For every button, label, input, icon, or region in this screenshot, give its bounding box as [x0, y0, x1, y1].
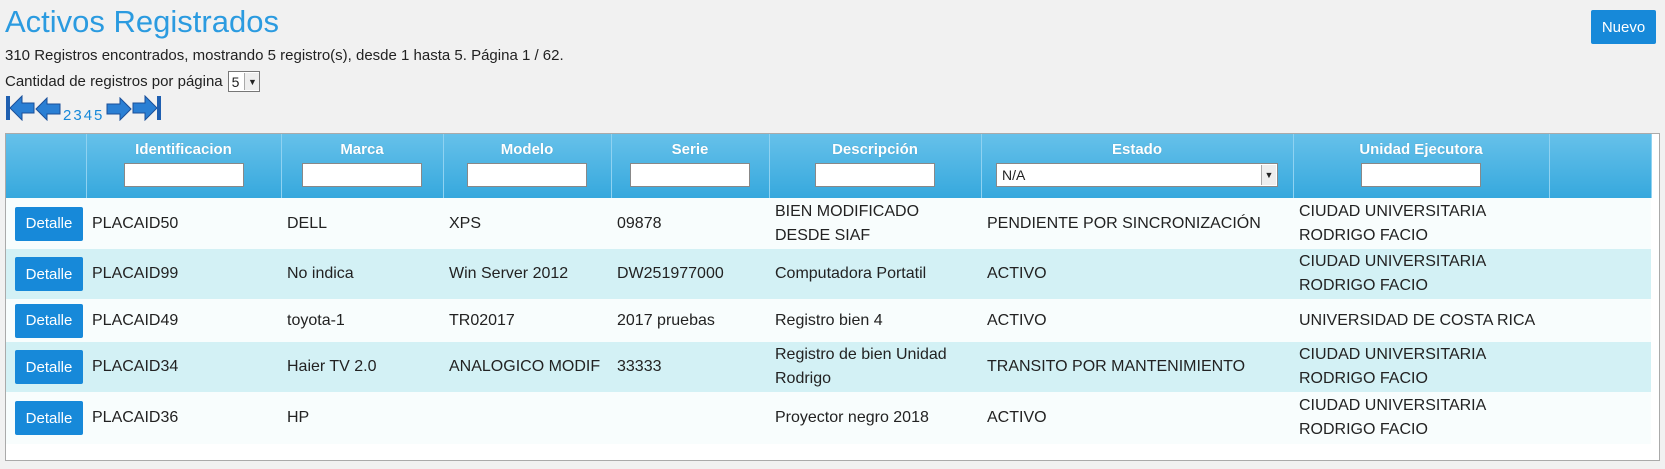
- filter-marca-input[interactable]: [302, 163, 422, 187]
- page-link[interactable]: 3: [73, 107, 82, 124]
- cell-unidad: CIUDAD UNIVERSITARIA RODRIGO FACIO: [1299, 397, 1486, 438]
- table-row: Detalle PLACAID34 Haier TV 2.0 ANALOGICO…: [6, 342, 1651, 392]
- cell-descripcion: Registro de bien Unidad Rodrigo: [775, 346, 947, 387]
- cell-id: PLACAID99: [92, 265, 179, 282]
- filter-unidad-input[interactable]: [1361, 163, 1481, 187]
- filter-modelo-input[interactable]: [467, 163, 587, 187]
- header-spacer: [1549, 134, 1652, 198]
- cell-id: PLACAID50: [92, 214, 179, 232]
- detail-button[interactable]: Detalle: [15, 303, 83, 338]
- table-row: Detalle PLACAID49 toyota-1 TR02017 2017 …: [6, 299, 1651, 342]
- first-page-icon[interactable]: [5, 94, 35, 126]
- cell-unidad: CIUDAD UNIVERSITARIA RODRIGO FACIO: [1299, 202, 1486, 244]
- chevron-down-icon: ▼: [1261, 165, 1276, 185]
- cell-unidad: UNIVERSIDAD DE COSTA RICA: [1299, 311, 1536, 329]
- detail-button[interactable]: Detalle: [15, 401, 83, 435]
- detail-button[interactable]: Detalle: [15, 206, 83, 241]
- cell-marca: toyota-1: [287, 311, 345, 329]
- prev-page-icon[interactable]: [35, 96, 61, 126]
- cell-estado: TRANSITO POR MANTENIMIENTO: [987, 358, 1246, 375]
- detail-button[interactable]: Detalle: [15, 350, 83, 384]
- header-marca: Marca: [281, 134, 444, 198]
- filter-descripcion-input[interactable]: [815, 163, 935, 187]
- pagination: 2345: [5, 94, 162, 126]
- cell-descripcion: Proyector negro 2018: [775, 409, 929, 426]
- header-actions: [6, 134, 87, 198]
- cell-descripcion: Registro bien 4: [775, 311, 883, 329]
- cell-descripcion: BIEN MODIFICADO DESDE SIAF: [775, 202, 920, 244]
- cell-marca: DELL: [287, 214, 328, 232]
- per-page-select[interactable]: 5 ▼: [227, 71, 261, 92]
- cell-serie: [611, 392, 769, 444]
- header-descripcion: Descripción: [769, 134, 982, 198]
- per-page-value: 5: [231, 73, 240, 90]
- cell-unidad: CIUDAD UNIVERSITARIA RODRIGO FACIO: [1299, 346, 1486, 387]
- page-link[interactable]: 5: [94, 107, 103, 124]
- header-unidad-ejecutora: Unidad Ejecutora: [1293, 134, 1550, 198]
- header-serie: Serie: [611, 134, 770, 198]
- records-summary: 310 Registros encontrados, mostrando 5 r…: [5, 47, 564, 64]
- cell-modelo: [443, 392, 611, 444]
- filter-identificacion-input[interactable]: [123, 163, 244, 187]
- page-numbers: 2345: [63, 107, 104, 124]
- cell-estado: ACTIVO: [987, 409, 1047, 426]
- page-link[interactable]: 2: [63, 107, 72, 124]
- cell-id: PLACAID36: [92, 409, 179, 426]
- header-modelo: Modelo: [443, 134, 612, 198]
- per-page-control: Cantidad de registros por página 5 ▼: [5, 71, 261, 92]
- cell-modelo: ANALOGICO MODIF: [449, 358, 601, 375]
- next-page-icon[interactable]: [106, 96, 133, 126]
- cell-marca: HP: [287, 409, 310, 426]
- cell-estado: ACTIVO: [987, 265, 1047, 282]
- table-row: Detalle PLACAID36 HP Proyector negro 201…: [6, 392, 1651, 444]
- table-row: Detalle PLACAID99 No indica Win Server 2…: [6, 249, 1651, 299]
- page-title: Activos Registrados: [5, 4, 279, 39]
- cell-serie: 09878: [617, 214, 662, 232]
- cell-marca: Haier TV 2.0: [287, 358, 377, 375]
- cell-modelo: TR02017: [449, 311, 515, 329]
- cell-estado: ACTIVO: [987, 311, 1047, 329]
- cell-estado: PENDIENTE POR SINCRONIZACIÓN: [987, 214, 1261, 232]
- per-page-label: Cantidad de registros por página: [5, 73, 223, 90]
- assets-table: Identificacion Marca Modelo Serie Descri…: [5, 133, 1660, 461]
- cell-serie: 33333: [617, 358, 662, 375]
- cell-descripcion: Computadora Portatil: [775, 265, 927, 282]
- new-button[interactable]: Nuevo: [1591, 10, 1656, 44]
- cell-modelo: XPS: [449, 214, 482, 232]
- filter-estado-value: N/A: [1002, 167, 1026, 183]
- table-row: Detalle PLACAID50 DELL XPS 09878 BIEN MO…: [6, 198, 1651, 249]
- cell-serie: DW251977000: [617, 265, 724, 282]
- header-identificacion: Identificacion: [86, 134, 282, 198]
- filter-serie-input[interactable]: [630, 163, 750, 187]
- chevron-down-icon: ▼: [244, 73, 260, 90]
- page-link[interactable]: 4: [84, 107, 93, 124]
- filter-estado-select[interactable]: N/A ▼: [996, 163, 1278, 187]
- cell-unidad: CIUDAD UNIVERSITARIA RODRIGO FACIO: [1299, 253, 1486, 294]
- detail-button[interactable]: Detalle: [15, 257, 83, 291]
- cell-marca: No indica: [287, 265, 354, 282]
- cell-id: PLACAID49: [92, 311, 179, 329]
- cell-serie: 2017 pruebas: [617, 311, 715, 329]
- cell-modelo: Win Server 2012: [449, 265, 569, 282]
- header-estado: Estado N/A ▼: [981, 134, 1294, 198]
- cell-id: PLACAID34: [92, 358, 179, 375]
- last-page-icon[interactable]: [132, 94, 162, 126]
- table-header-row: Identificacion Marca Modelo Serie Descri…: [6, 134, 1652, 198]
